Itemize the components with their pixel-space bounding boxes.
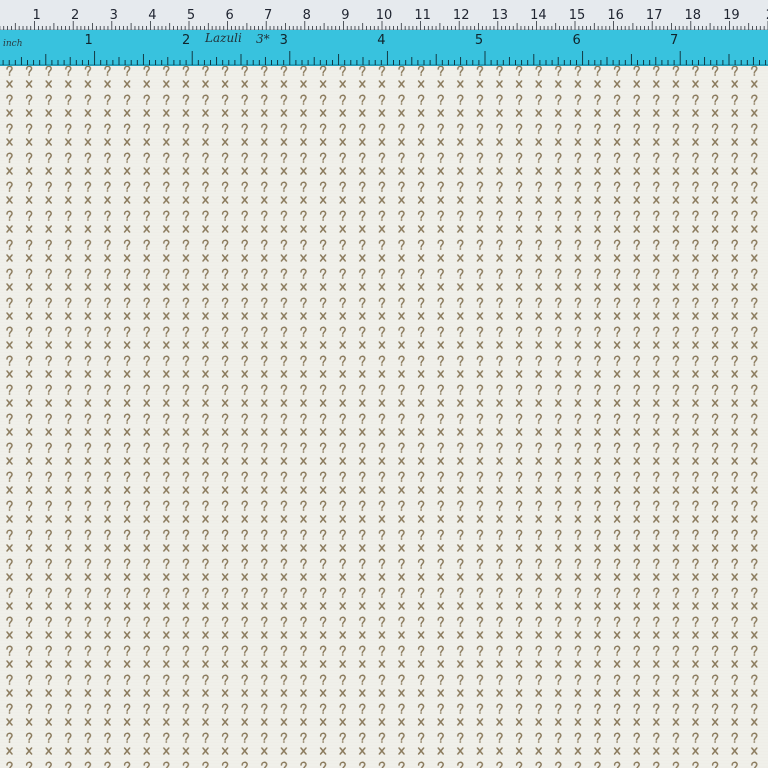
- cm-number: 10: [376, 8, 393, 23]
- inch-ruler: 1 2 3 4 5 6 7 inch Lazuli 3*: [0, 30, 768, 66]
- inch-number: 6: [572, 33, 580, 48]
- cm-ruler: 123456789101112131415161718192: [0, 0, 768, 30]
- inch-unit-label: inch: [3, 39, 23, 49]
- inch-number: 2: [182, 33, 190, 48]
- fabric-swatch: [0, 0, 768, 768]
- handwritten-code: 3*: [256, 32, 270, 46]
- cm-number: 8: [303, 8, 311, 23]
- cm-number: 9: [341, 8, 349, 23]
- inch-number: 1: [84, 33, 92, 48]
- cm-number: 7: [264, 8, 272, 23]
- cm-number: 13: [492, 8, 509, 23]
- cm-number: 18: [685, 8, 702, 23]
- cm-number: 16: [607, 8, 624, 23]
- inch-number: 7: [670, 33, 678, 48]
- cm-number: 3: [110, 8, 118, 23]
- cm-number: 12: [453, 8, 470, 23]
- inch-number: 3: [280, 33, 288, 48]
- cm-number: 6: [225, 8, 233, 23]
- motif-pattern: [0, 62, 768, 768]
- cm-number: 1: [32, 8, 40, 23]
- cm-number: 14: [530, 8, 547, 23]
- inch-number: 5: [475, 33, 483, 48]
- cm-number: 4: [148, 8, 156, 23]
- fabric-photo: 123456789101112131415161718192 1234567in…: [0, 0, 768, 768]
- inch-number: 4: [377, 33, 385, 48]
- cm-number: 15: [569, 8, 586, 23]
- cm-number: 17: [646, 8, 663, 23]
- handwritten-label: Lazuli: [204, 31, 242, 45]
- cm-number: 2: [71, 8, 79, 23]
- cm-number: 5: [187, 8, 195, 23]
- cm-number: 19: [723, 8, 740, 23]
- cm-number: 11: [414, 8, 431, 23]
